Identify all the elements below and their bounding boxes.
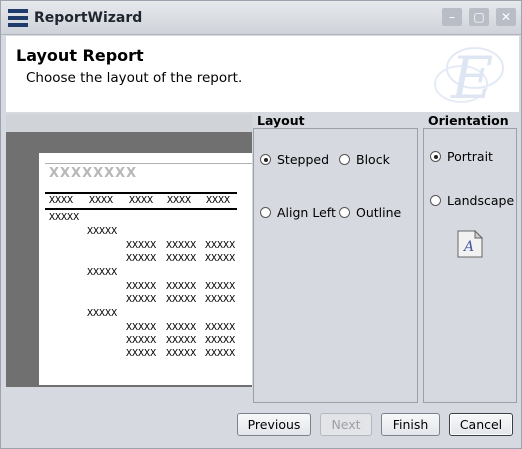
window-title: ReportWizard (34, 10, 143, 26)
preview-header-rule-top (45, 192, 237, 194)
preview-subgroup-row: XXXXX (87, 308, 118, 319)
close-button[interactable]: ✕ (496, 8, 516, 26)
preview-group-row: XXXXX (49, 212, 80, 223)
radio-label: Stepped (277, 152, 330, 167)
portrait-icon-letter: A (462, 239, 474, 255)
logo-letter: E (450, 44, 493, 112)
preview-detail-cell: XXXXX (205, 294, 236, 305)
preview-header-rule-bottom (45, 208, 237, 210)
previous-button[interactable]: Previous (237, 413, 311, 436)
radio-button[interactable] (339, 154, 350, 165)
orientation-group-label: Orientation (428, 113, 509, 128)
radio-button[interactable] (430, 195, 441, 206)
preview-header-cell: XXXX (49, 195, 74, 206)
preview-detail-cell: XXXXX (126, 348, 157, 359)
layout-group-label: Layout (257, 113, 305, 128)
radio-button-selected[interactable] (260, 154, 271, 165)
preview-detail-cell: XXXXX (205, 281, 236, 292)
preview-detail-cell: XXXXX (166, 322, 197, 333)
radio-label: Portrait (447, 149, 493, 164)
preview-detail-cell: XXXXX (126, 322, 157, 333)
radio-label: Outline (356, 205, 402, 220)
wizard-header: Layout Report Choose the layout of the r… (6, 36, 519, 112)
radio-button-selected[interactable] (430, 151, 441, 162)
preview-strip (6, 114, 252, 132)
preview-detail-cell: XXXXX (126, 294, 157, 305)
page-title: Layout Report (16, 46, 144, 65)
preview-detail-cell: XXXXX (205, 348, 236, 359)
preview-rule (45, 163, 252, 164)
radio-align-left[interactable]: Align Left (260, 205, 336, 220)
preview-detail-cell: XXXXX (205, 253, 236, 264)
preview-detail-cell: XXXXX (205, 240, 236, 251)
preview-detail-cell: XXXXX (126, 281, 157, 292)
title-bar: ReportWizard – ▢ ✕ (1, 1, 521, 35)
preview-detail-cell: XXXXX (126, 335, 157, 346)
orientation-group: Portrait Landscape (423, 128, 517, 403)
app-icon (8, 9, 28, 27)
preview-page: XXXXXXXX XXXX XXXX XXXX XXXX XXXX XXXXX … (39, 153, 252, 385)
radio-outline[interactable]: Outline (339, 205, 401, 220)
maximize-button[interactable]: ▢ (469, 8, 489, 26)
preview-subgroup-row: XXXXX (87, 226, 118, 237)
radio-button[interactable] (339, 207, 350, 218)
portrait-page-icon: A (457, 230, 483, 258)
preview-header-cell: XXXX (167, 195, 192, 206)
cancel-button[interactable]: Cancel (449, 413, 513, 436)
preview-subgroup-row: XXXXX (87, 267, 118, 278)
layout-preview: XXXXXXXX XXXX XXXX XXXX XXXX XXXX XXXXX … (6, 132, 252, 387)
radio-button[interactable] (260, 207, 271, 218)
wizard-logo: E (434, 44, 504, 112)
preview-detail-cell: XXXXX (205, 335, 236, 346)
next-button[interactable]: Next (320, 413, 372, 436)
radio-stepped[interactable]: Stepped (260, 152, 329, 167)
preview-detail-cell: XXXXX (166, 335, 197, 346)
radio-landscape[interactable]: Landscape (430, 193, 514, 208)
report-wizard-window: ReportWizard – ▢ ✕ Layout Report Choose … (0, 0, 522, 449)
radio-label: Align Left (277, 205, 336, 220)
preview-detail-cell: XXXXX (205, 322, 236, 333)
preview-detail-cell: XXXXX (166, 294, 197, 305)
preview-header-cell: XXXX (89, 195, 114, 206)
page-subtitle: Choose the layout of the report. (26, 70, 243, 86)
preview-detail-cell: XXXXX (126, 253, 157, 264)
preview-detail-cell: XXXXX (166, 253, 197, 264)
preview-detail-cell: XXXXX (166, 348, 197, 359)
preview-detail-cell: XXXXX (166, 281, 197, 292)
radio-label: Block (356, 152, 390, 167)
preview-detail-cell: XXXXX (166, 240, 197, 251)
preview-title-placeholder: XXXXXXXX (49, 166, 138, 181)
layout-group: Stepped Block Align Left Outline (253, 128, 418, 403)
minimize-button[interactable]: – (442, 8, 462, 26)
finish-button[interactable]: Finish (381, 413, 440, 436)
radio-portrait[interactable]: Portrait (430, 149, 493, 164)
radio-block[interactable]: Block (339, 152, 390, 167)
preview-header-cell: XXXX (129, 195, 154, 206)
preview-header-cell: XXXX (206, 195, 231, 206)
radio-label: Landscape (447, 193, 515, 208)
preview-detail-cell: XXXXX (126, 240, 157, 251)
